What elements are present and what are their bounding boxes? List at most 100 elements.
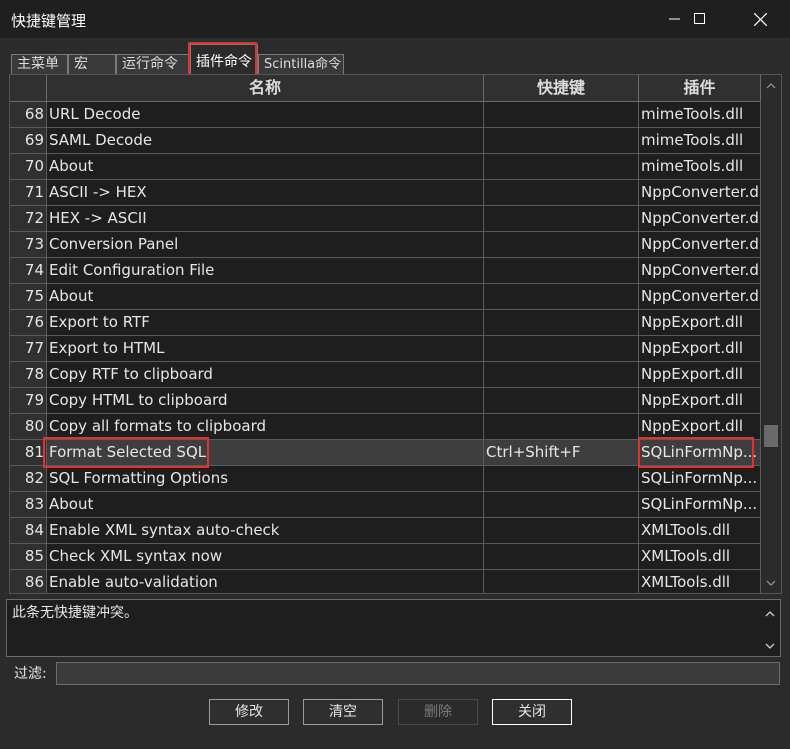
row-number: 82: [10, 466, 47, 492]
conflict-message-box: 此条无快捷键冲突。: [6, 599, 781, 657]
row-name: About: [47, 284, 484, 310]
tab-plugin-commands[interactable]: 插件命令: [190, 44, 258, 74]
table-row[interactable]: 70 About mimeTools.dll: [10, 154, 763, 180]
row-plugin: NppExport.dll: [639, 388, 761, 414]
message-scrollbar[interactable]: [762, 602, 778, 654]
close-window-button[interactable]: [737, 0, 783, 38]
table-row[interactable]: 69 SAML Decode mimeTools.dll: [10, 128, 763, 154]
row-plugin: NppConverter.dll: [639, 284, 761, 310]
row-plugin: NppConverter.dll: [639, 232, 761, 258]
table-row[interactable]: 83 About SQLinFormNp...: [10, 492, 763, 518]
row-plugin: NppConverter.dll: [639, 206, 761, 232]
table-row[interactable]: 79 Copy HTML to clipboard NppExport.dll: [10, 388, 763, 414]
row-shortcut: [484, 258, 639, 284]
grid-scrollbar[interactable]: [761, 75, 781, 593]
row-shortcut: [484, 466, 639, 492]
row-name: Enable auto-validation: [47, 570, 484, 593]
tab-macro[interactable]: 宏: [68, 54, 116, 74]
header-plugin[interactable]: 插件: [639, 75, 761, 102]
row-number: 75: [10, 284, 47, 310]
row-plugin: XMLTools.dll: [639, 518, 761, 544]
row-number: 81: [10, 440, 47, 466]
row-shortcut: [484, 362, 639, 388]
row-name: Copy RTF to clipboard: [47, 362, 484, 388]
table-row[interactable]: 80 Copy all formats to clipboard NppExport…: [10, 414, 763, 440]
scroll-thumb[interactable]: [764, 425, 778, 447]
table-row[interactable]: 84 Enable XML syntax auto-check XMLTools.d…: [10, 518, 763, 544]
row-name: Export to RTF: [47, 310, 484, 336]
tab-main-menu[interactable]: 主菜单: [11, 54, 68, 74]
row-name: About: [47, 154, 484, 180]
row-number: 73: [10, 232, 47, 258]
row-shortcut: [484, 492, 639, 518]
row-number: 79: [10, 388, 47, 414]
tab-scintilla-commands[interactable]: Scintilla命令: [258, 54, 344, 74]
scroll-down-icon[interactable]: [761, 573, 781, 593]
row-name: SAML Decode: [47, 128, 484, 154]
table-row-selected[interactable]: 81 Format Selected SQL Ctrl+Shift+F SQLinFo…: [10, 440, 763, 466]
row-number: 76: [10, 310, 47, 336]
table-row[interactable]: 76 Export to RTF NppExport.dll: [10, 310, 763, 336]
table-row[interactable]: 75 About NppConverter.dll: [10, 284, 763, 310]
table-row[interactable]: 74 Edit Configuration File NppConverter.dl…: [10, 258, 763, 284]
row-name: ASCII -> HEX: [47, 180, 484, 206]
row-shortcut: [484, 310, 639, 336]
row-name: Enable XML syntax auto-check: [47, 518, 484, 544]
filter-input[interactable]: [56, 662, 780, 685]
row-number: 80: [10, 414, 47, 440]
row-number: 68: [10, 102, 47, 128]
row-number: 72: [10, 206, 47, 232]
row-shortcut: Ctrl+Shift+F: [484, 440, 639, 466]
conflict-message: 此条无快捷键冲突。: [12, 605, 138, 621]
message-scroll-up-icon[interactable]: [762, 606, 778, 622]
table-row[interactable]: 82 SQL Formatting Options SQLinFormNp...: [10, 466, 763, 492]
modify-button[interactable]: 修改: [209, 699, 289, 725]
row-name: Export to HTML: [47, 336, 484, 362]
message-scroll-down-icon[interactable]: [762, 638, 778, 654]
title-bar: 快捷键管理: [0, 0, 790, 38]
scroll-up-icon[interactable]: [761, 76, 781, 96]
table-row[interactable]: 77 Export to HTML NppExport.dll: [10, 336, 763, 362]
row-plugin: XMLTools.dll: [639, 544, 761, 570]
clear-button[interactable]: 清空: [303, 699, 383, 725]
row-number: 74: [10, 258, 47, 284]
header-number: [10, 75, 47, 102]
row-number: 69: [10, 128, 47, 154]
table-row[interactable]: 71 ASCII -> HEX NppConverter.dll: [10, 180, 763, 206]
row-plugin: NppExport.dll: [639, 414, 761, 440]
row-plugin: NppConverter.dll: [639, 180, 761, 206]
table-row[interactable]: 72 HEX -> ASCII NppConverter.dll: [10, 206, 763, 232]
row-number: 78: [10, 362, 47, 388]
row-name: Conversion Panel: [47, 232, 484, 258]
row-number: 77: [10, 336, 47, 362]
table-row[interactable]: 73 Conversion Panel NppConverter.dll: [10, 232, 763, 258]
row-plugin: mimeTools.dll: [639, 102, 761, 128]
row-plugin: mimeTools.dll: [639, 128, 761, 154]
row-shortcut: [484, 388, 639, 414]
delete-button[interactable]: 删除: [398, 699, 478, 725]
row-plugin: NppExport.dll: [639, 362, 761, 388]
maximize-icon: [694, 13, 705, 24]
table-row[interactable]: 68 URL Decode mimeTools.dll: [10, 102, 763, 128]
row-name: URL Decode: [47, 102, 484, 128]
row-name: Check XML syntax now: [47, 544, 484, 570]
table-row[interactable]: 86 Enable auto-validation XMLTools.dll: [10, 570, 763, 593]
row-shortcut: [484, 518, 639, 544]
table-row[interactable]: 78 Copy RTF to clipboard NppExport.dll: [10, 362, 763, 388]
close-icon: [753, 12, 767, 26]
row-shortcut: [484, 128, 639, 154]
tab-run-commands[interactable]: 运行命令: [116, 54, 190, 74]
row-number: 70: [10, 154, 47, 180]
row-shortcut: [484, 232, 639, 258]
row-plugin: NppExport.dll: [639, 336, 761, 362]
row-plugin: NppConverter.dll: [639, 258, 761, 284]
table-row[interactable]: 85 Check XML syntax now XMLTools.dll: [10, 544, 763, 570]
row-number: 84: [10, 518, 47, 544]
row-name: Copy HTML to clipboard: [47, 388, 484, 414]
header-shortcut[interactable]: 快捷键: [484, 75, 639, 102]
header-name[interactable]: 名称: [47, 75, 484, 102]
row-name: SQL Formatting Options: [47, 466, 484, 492]
shortcut-grid: 名称 快捷键 插件 68 URL Decode mimeTools.dll 69 SAM…: [9, 74, 782, 594]
close-button[interactable]: 关闭: [492, 699, 572, 725]
maximize-button[interactable]: [677, 0, 723, 38]
